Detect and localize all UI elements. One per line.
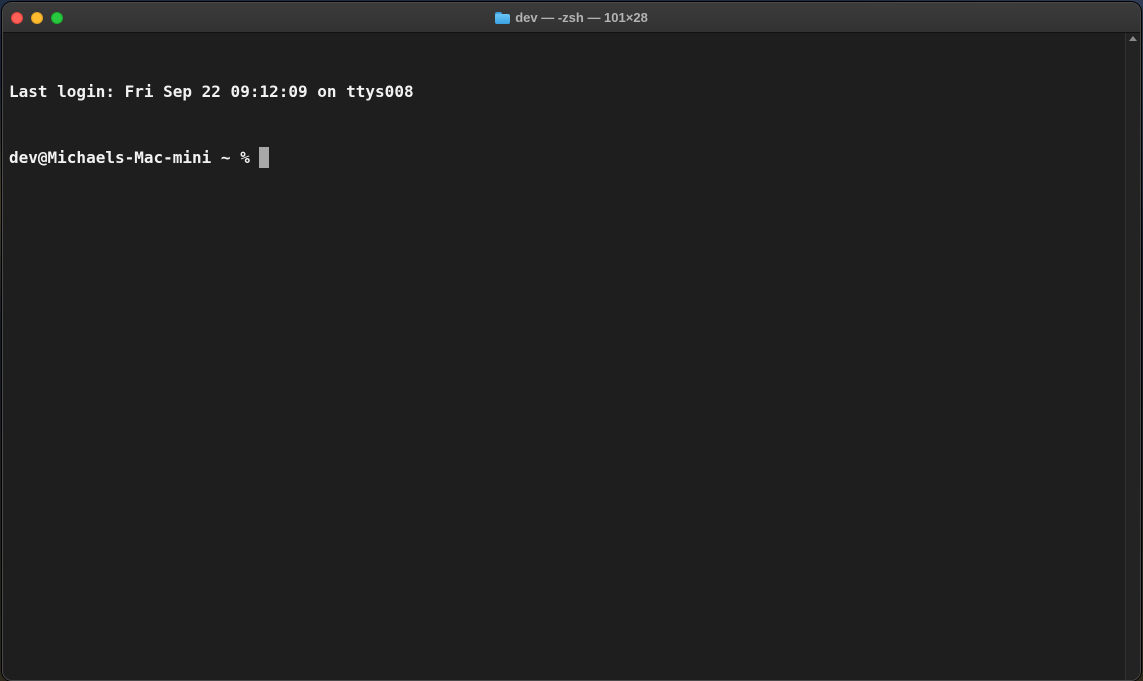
prompt-line[interactable]: dev@Michaels-Mac-mini ~ % <box>9 147 1120 169</box>
vertical-scrollbar[interactable] <box>1125 33 1140 680</box>
shell-prompt: dev@Michaels-Mac-mini ~ % <box>9 148 260 167</box>
title-bar[interactable]: dev — -zsh — 101×28 <box>3 3 1140 33</box>
last-login-line: Last login: Fri Sep 22 09:12:09 on ttys0… <box>9 82 414 101</box>
folder-icon <box>495 11 511 24</box>
window-title-text: dev — -zsh — 101×28 <box>515 10 648 25</box>
window-title: dev — -zsh — 101×28 <box>3 3 1140 32</box>
terminal-window: dev — -zsh — 101×28 Last login: Fri Sep … <box>2 2 1141 681</box>
scroll-up-arrow-icon[interactable] <box>1129 36 1137 41</box>
terminal-content[interactable]: Last login: Fri Sep 22 09:12:09 on ttys0… <box>3 33 1126 680</box>
text-cursor <box>259 147 270 168</box>
